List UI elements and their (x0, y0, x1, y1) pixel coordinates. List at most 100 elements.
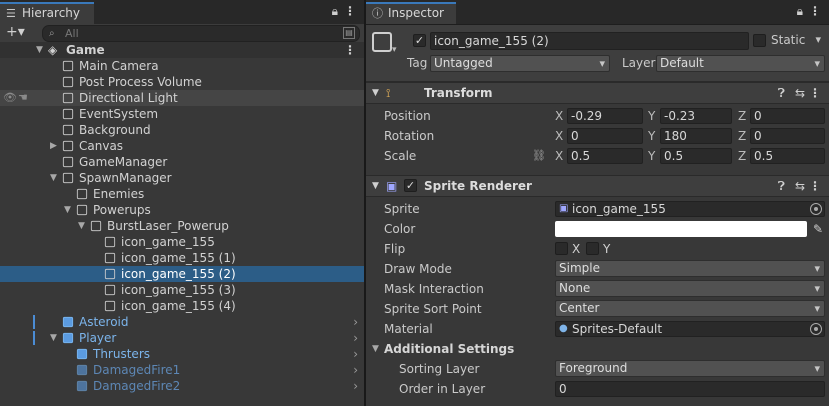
active-checkbox[interactable]: ✓ (413, 34, 426, 47)
collapse-arrow-icon[interactable]: ▼ (372, 176, 379, 196)
position-z-field[interactable]: 0 (750, 108, 825, 124)
sorting-layer-dropdown[interactable]: Foreground (555, 360, 825, 377)
sorting-layer-label: Sorting Layer (399, 362, 480, 376)
sprite-renderer-title: Sprite Renderer (424, 179, 532, 193)
list-item-row[interactable]: Post Process Volume (0, 74, 364, 90)
flip-y-checkbox[interactable] (586, 242, 599, 255)
expand-arrow-icon[interactable]: ▶ (50, 138, 57, 154)
list-item-row[interactable]: Thrusters › (0, 346, 364, 362)
static-dropdown-icon[interactable]: ▾ (815, 33, 821, 46)
list-item-row[interactable]: icon_game_155 (0, 234, 364, 250)
mask-interaction-dropdown[interactable]: None (555, 280, 825, 297)
collapse-arrow-icon[interactable]: ▼ (372, 83, 379, 103)
kebab-menu-icon[interactable]: ⋮ (809, 4, 821, 18)
rotation-z-field[interactable]: 0 (750, 128, 825, 144)
scale-z-field[interactable]: 0.5 (750, 148, 825, 164)
kebab-menu-icon[interactable]: ⋮ (344, 42, 356, 58)
static-checkbox[interactable] (753, 34, 766, 47)
list-item-row-selected[interactable]: icon_game_155 (2) (0, 266, 364, 282)
tab-hierarchy-label: Hierarchy (22, 6, 81, 20)
preset-icon[interactable]: ⇆ (795, 176, 805, 196)
list-item-row[interactable]: icon_game_155 (1) (0, 250, 364, 266)
sprite-sort-point-dropdown[interactable]: Center (555, 300, 825, 317)
gameobject-icon (104, 300, 116, 312)
draw-mode-dropdown[interactable]: Simple (555, 260, 825, 277)
chevron-right-icon[interactable]: › (353, 314, 358, 330)
expand-arrow-icon[interactable]: ▼ (78, 218, 85, 234)
list-item-row[interactable]: icon_game_155 (4) (0, 298, 364, 314)
list-item-row[interactable]: ▼ Player › (0, 330, 364, 346)
constrain-proportions-icon[interactable]: ⛓︎ (532, 146, 546, 166)
preset-icon[interactable]: ⇆ (795, 83, 805, 103)
position-x-field[interactable]: -0.29 (567, 108, 643, 124)
scale-x-field[interactable]: 0.5 (567, 148, 643, 164)
object-picker-icon[interactable] (810, 203, 822, 215)
chevron-right-icon[interactable]: › (353, 378, 358, 394)
hierarchy-search-input[interactable]: ⌕ All ▤ (42, 25, 360, 42)
list-item-row[interactable]: DamagedFire1 › (0, 362, 364, 378)
tab-hierarchy[interactable]: ☰ Hierarchy (0, 2, 94, 24)
kebab-menu-icon[interactable]: ⋮ (809, 176, 821, 196)
sprite-renderer-enabled-checkbox[interactable]: ✓ (404, 179, 417, 192)
collapse-arrow-icon[interactable]: ▼ (372, 339, 379, 359)
list-item-row[interactable]: GameManager (0, 154, 364, 170)
sprite-renderer-icon: ▣ (386, 179, 398, 193)
list-item-row[interactable]: ▼ SpawnManager (0, 170, 364, 186)
pick-hand-icon[interactable]: ☚ (18, 90, 28, 106)
chevron-right-icon[interactable]: › (353, 330, 358, 346)
eyedropper-icon[interactable]: ✎ (813, 219, 823, 239)
unity-scene-icon: ◈ (48, 43, 58, 57)
lock-icon[interactable]: 🔒︎ (797, 4, 803, 19)
tag-dropdown[interactable]: Untagged (430, 55, 610, 72)
help-icon[interactable]: ❓︎ (778, 83, 785, 103)
kebab-menu-icon[interactable]: ⋮ (344, 4, 356, 18)
chevron-down-icon[interactable]: ▾ (392, 45, 397, 55)
list-item-row[interactable]: Background (0, 122, 364, 138)
visibility-eye-icon[interactable]: 👁︎ (3, 90, 17, 106)
help-icon[interactable]: ❓︎ (778, 176, 785, 196)
material-object-field[interactable]: ● Sprites-Default (555, 321, 825, 337)
color-swatch[interactable] (555, 221, 807, 237)
scale-y-field[interactable]: 0.5 (660, 148, 732, 164)
flip-x-checkbox[interactable] (555, 242, 568, 255)
object-name-field[interactable]: icon_game_155 (2) (430, 32, 749, 50)
list-item-row[interactable]: ▼ Powerups (0, 202, 364, 218)
list-item: Enemies (93, 187, 145, 201)
list-item-row[interactable]: DamagedFire2 › (0, 378, 364, 394)
chevron-right-icon[interactable]: › (353, 362, 358, 378)
rotation-x-field[interactable]: 0 (567, 128, 643, 144)
prefab-icon (76, 348, 88, 360)
add-object-button[interactable]: +▾ (6, 24, 25, 40)
list-item: Directional Light (79, 91, 178, 105)
list-item-row[interactable]: ▼ BurstLaser_Powerup (0, 218, 364, 234)
list-item-row[interactable]: Asteroid › (0, 314, 364, 330)
tab-inspector[interactable]: ⓘ Inspector (366, 2, 456, 24)
list-item-row[interactable]: icon_game_155 (3) (0, 282, 364, 298)
transform-header[interactable]: ▼ ⟟ Transform ❓︎ ⇆ ⋮ (366, 82, 829, 104)
rotation-y-field[interactable]: 180 (660, 128, 732, 144)
list-item-row[interactable]: Main Camera (0, 58, 364, 74)
search-filter-icon[interactable]: ▤ (343, 27, 355, 39)
kebab-menu-icon[interactable]: ⋮ (809, 83, 821, 103)
expand-arrow-icon[interactable]: ▼ (36, 42, 43, 58)
expand-arrow-icon[interactable]: ▼ (64, 202, 71, 218)
additional-settings-foldout[interactable]: ▼ Additional Settings (366, 339, 829, 359)
layer-dropdown[interactable]: Default (656, 55, 825, 72)
list-item-row[interactable]: Enemies (0, 186, 364, 202)
prefab-icon (76, 364, 88, 376)
scene-row-game[interactable]: ▼ ◈ Game ⋮ (0, 42, 364, 58)
chevron-right-icon[interactable]: › (353, 346, 358, 362)
order-in-layer-field[interactable]: 0 (555, 381, 825, 397)
gameobject-icon[interactable] (372, 32, 392, 52)
position-y-field[interactable]: -0.23 (660, 108, 732, 124)
list-item-row[interactable]: EventSystem (0, 106, 364, 122)
gameobject-icon (62, 60, 74, 72)
list-item-row[interactable]: 👁︎ ☚ Directional Light (0, 90, 364, 106)
list-item-row[interactable]: ▶ Canvas (0, 138, 364, 154)
expand-arrow-icon[interactable]: ▼ (50, 330, 57, 346)
sprite-object-field[interactable]: ▣ icon_game_155 (555, 201, 825, 217)
expand-arrow-icon[interactable]: ▼ (50, 170, 57, 186)
object-picker-icon[interactable] (810, 323, 822, 335)
sprite-renderer-header[interactable]: ▼ ▣ ✓ Sprite Renderer ❓︎ ⇆ ⋮ (366, 175, 829, 197)
lock-icon[interactable]: 🔒︎ (332, 4, 338, 19)
